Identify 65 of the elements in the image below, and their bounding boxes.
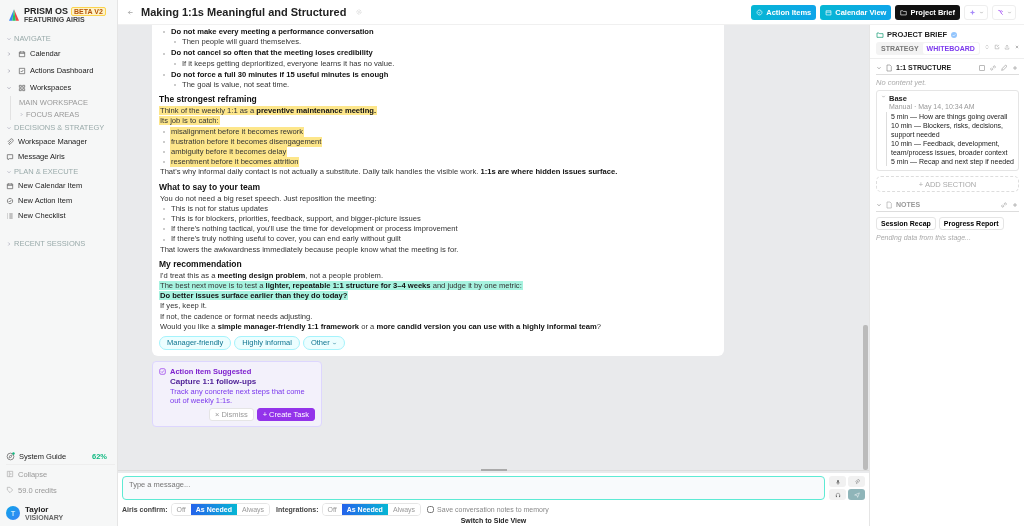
document-icon: [885, 200, 893, 209]
close-icon[interactable]: [1014, 44, 1020, 50]
link-icon[interactable]: [989, 63, 997, 72]
caret-icon: [331, 340, 337, 346]
memory-checkbox[interactable]: [427, 506, 435, 513]
back-arrow-icon[interactable]: [127, 8, 134, 16]
scrollbar-thumb[interactable]: [863, 325, 868, 470]
attach-button[interactable]: [848, 476, 865, 487]
chat-icon: [6, 152, 14, 161]
checklist-icon: [6, 211, 14, 220]
headphones-icon: [834, 491, 841, 498]
folder-icon: [876, 30, 884, 39]
compass-icon: [6, 452, 15, 461]
verified-icon: [950, 30, 958, 39]
calendar-icon: [6, 181, 14, 190]
share-icon[interactable]: [1004, 44, 1010, 50]
microphone-icon: [834, 478, 841, 485]
chevron-icon[interactable]: [876, 64, 882, 71]
chevron-icon[interactable]: [19, 111, 24, 117]
wand-icon: [996, 8, 1004, 16]
tools-dropdown[interactable]: [992, 4, 1016, 20]
chevron-icon[interactable]: [6, 50, 12, 57]
calendar-icon: [825, 8, 833, 16]
section-heading: My recommendation: [159, 257, 243, 270]
paperclip-icon: [6, 137, 14, 146]
collapse-icon: [6, 470, 14, 478]
checkbox-icon: [18, 66, 26, 75]
chevron-icon[interactable]: [6, 168, 12, 175]
sparkle-icon: [968, 8, 976, 16]
link-icon[interactable]: [1000, 200, 1008, 209]
caret-icon: [1006, 9, 1012, 15]
edit-icon[interactable]: [994, 44, 1000, 50]
logo-icon: [9, 8, 19, 21]
sort-icon[interactable]: [984, 44, 990, 50]
chevron-icon[interactable]: [881, 94, 886, 99]
paperclip-icon: [853, 478, 860, 485]
send-icon: [853, 491, 860, 498]
user-name: Taylor: [25, 505, 50, 514]
grid-icon: [18, 83, 26, 92]
caret-icon: [978, 9, 984, 15]
chevron-icon[interactable]: [876, 201, 882, 208]
ai-dropdown[interactable]: [964, 4, 988, 20]
page-title: Making 1:1s Meaningful and Structured: [141, 6, 347, 18]
section-heading: What to say to your team: [159, 180, 262, 193]
headphones-button[interactable]: [829, 489, 846, 500]
plus-icon[interactable]: [1011, 63, 1019, 72]
chevron-icon[interactable]: [6, 35, 12, 42]
tag-icon: [6, 486, 14, 494]
suggestion-title: Capture 1:1 follow-ups: [170, 377, 258, 387]
chevron-icon[interactable]: [6, 124, 12, 131]
chevron-icon[interactable]: [6, 240, 12, 247]
document-icon: [885, 63, 893, 72]
brand-name: PRISM OS: [24, 6, 68, 16]
calendar-icon: [18, 49, 26, 58]
chevron-icon[interactable]: [6, 67, 12, 74]
pencil-icon[interactable]: [1000, 63, 1008, 72]
settings-icon[interactable]: [356, 9, 363, 15]
chevron-icon[interactable]: [6, 84, 12, 91]
folder-icon: [900, 8, 908, 16]
checkbox-icon: [159, 368, 166, 376]
plus-icon[interactable]: [1011, 200, 1019, 209]
section-heading: The strongest reframing: [159, 93, 258, 106]
resize-handle[interactable]: [480, 469, 507, 471]
microphone-button[interactable]: [829, 476, 846, 487]
send-button[interactable]: [848, 489, 865, 500]
